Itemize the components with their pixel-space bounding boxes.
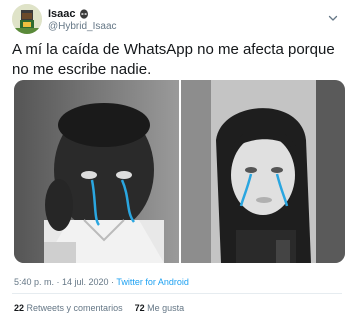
user-info: Isaac @Hybrid_Isaac <box>48 8 117 32</box>
likes-stat[interactable]: 72 Me gusta <box>135 303 185 313</box>
media-image-crying-woman[interactable] <box>181 80 345 263</box>
media-image-crying-man[interactable] <box>14 80 179 263</box>
tweet-header: Isaac @Hybrid_Isaac <box>12 4 338 34</box>
tweet-source-link[interactable]: Twitter for Android <box>116 277 189 287</box>
alien-icon <box>79 9 89 19</box>
tweet-text: A mí la caída de WhatsApp no me afecta p… <box>12 41 335 78</box>
avatar[interactable] <box>12 4 42 34</box>
timestamp[interactable]: 5:40 p. m. · 14 jul. 2020 · <box>14 277 116 287</box>
retweets-stat[interactable]: 22 Retweets y comentarios <box>14 303 123 313</box>
display-name[interactable]: Isaac <box>48 8 76 20</box>
tweet-stats: 22 Retweets y comentarios 72 Me gusta <box>14 303 184 313</box>
likes-label: Me gusta <box>147 303 185 313</box>
divider <box>12 293 342 294</box>
likes-count: 72 <box>134 303 145 313</box>
tweet-meta: 5:40 p. m. · 14 jul. 2020 · Twitter for … <box>14 277 189 287</box>
chevron-down-icon[interactable] <box>328 10 338 21</box>
user-handle[interactable]: @Hybrid_Isaac <box>48 21 117 32</box>
retweets-count: 22 <box>14 303 25 313</box>
tweet-media <box>14 80 345 263</box>
retweets-label: Retweets y comentarios <box>26 303 123 313</box>
